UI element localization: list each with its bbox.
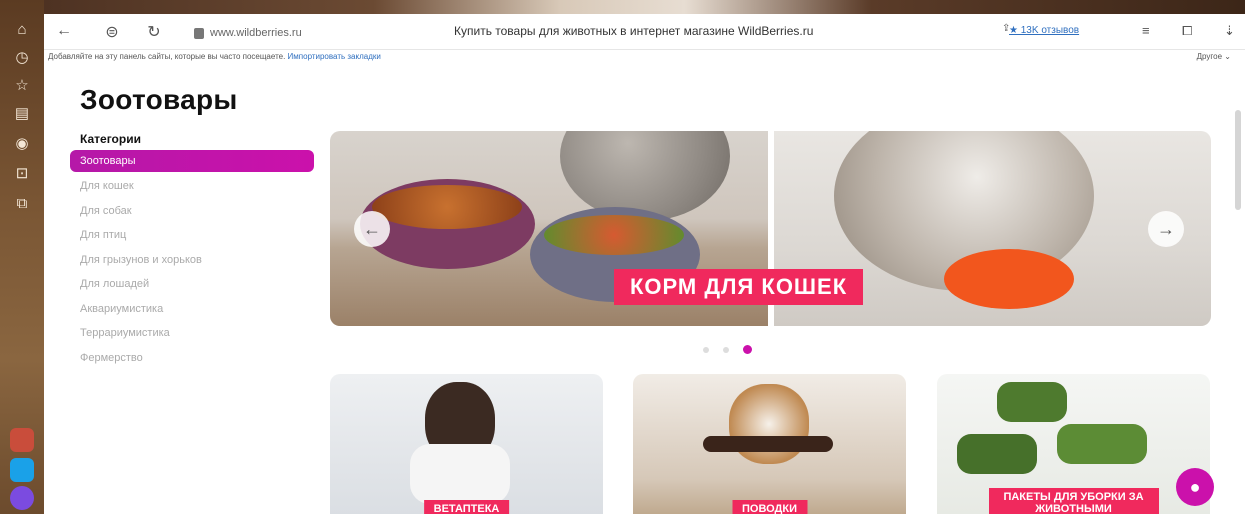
play-icon[interactable]: ◉	[12, 134, 32, 154]
category-item-birds[interactable]: Для птиц	[70, 223, 314, 248]
downloads-icon[interactable]: ⊡	[12, 164, 32, 184]
cat-image	[560, 131, 730, 221]
leash-image	[703, 436, 833, 452]
other-bookmarks-label: Другое	[1196, 52, 1223, 61]
chat-icon: ●	[1189, 477, 1201, 497]
category-item-terraristics[interactable]: Террариумистика	[70, 321, 314, 346]
puppy-image	[729, 384, 809, 464]
categories-caption: Категории	[80, 132, 141, 146]
download-icon[interactable]: ⇣	[1224, 23, 1235, 39]
bookmarks-tip-text: Добавляйте на эту панель сайты, которые …	[48, 52, 286, 61]
banner-dot-3[interactable]	[743, 345, 752, 354]
coat-image	[410, 444, 510, 504]
page-title-bar: Купить товары для животных в интернет ма…	[454, 24, 814, 38]
other-bookmarks[interactable]: Другое ⌄	[1197, 52, 1231, 61]
tile-label: ПОВОДКИ	[732, 500, 807, 514]
reader-icon[interactable]: ⊜	[102, 22, 122, 42]
bookmarks-bar: Добавляйте на эту панель сайты, которые …	[44, 50, 1245, 64]
promo-banner[interactable]: КОРМ ДЛЯ КОШЕК ← →	[330, 131, 1211, 326]
bag-roll-image	[997, 382, 1067, 422]
import-bookmarks-link[interactable]: Импортировать закладки	[288, 52, 381, 61]
collections-icon[interactable]: ▤	[12, 104, 32, 124]
category-sidebar: Категории Зоотовары Для кошек Для собак …	[70, 132, 314, 370]
browser-sidebar: ⌂ ◷ ☆ ▤ ◉ ⊡ ⧉	[0, 0, 44, 514]
app-icon-blue[interactable]	[10, 458, 34, 482]
arrow-left-icon: ←	[363, 219, 381, 239]
browser-window: ⌂ ◷ ☆ ▤ ◉ ⊡ ⧉ ← ⊜ ↻ www.wildberries.ru К…	[0, 0, 1245, 514]
banner-dot-2[interactable]	[723, 346, 729, 353]
back-button[interactable]: ←	[54, 22, 74, 40]
screenshot-icon[interactable]: ⧉	[12, 194, 32, 214]
tile-label: ПАКЕТЫ ДЛЯ УБОРКИ ЗА ЖИВОТНЫМИ	[988, 488, 1159, 514]
bookmarks-icon[interactable]: ☆	[12, 76, 32, 96]
category-item-dogs[interactable]: Для собак	[70, 199, 314, 224]
tile-povodki[interactable]: ПОВОДКИ	[633, 374, 906, 514]
category-item-cats[interactable]: Для кошек	[70, 174, 314, 199]
menu-icon[interactable]: ≡	[1142, 23, 1150, 38]
banner-promo-label: КОРМ ДЛЯ КОШЕК	[614, 269, 864, 305]
home-icon[interactable]: ⌂	[12, 20, 32, 40]
tab-strip	[0, 0, 1245, 14]
address-bar[interactable]: www.wildberries.ru	[194, 24, 302, 42]
bag-roll-image-2	[1057, 424, 1147, 464]
browser-toolbar: ← ⊜ ↻ www.wildberries.ru Купить товары д…	[44, 14, 1245, 50]
arrow-right-icon: →	[1157, 219, 1175, 239]
banner-next-button[interactable]: →	[1148, 211, 1184, 247]
food-image-2	[544, 215, 684, 255]
url-text: www.wildberries.ru	[210, 27, 302, 39]
food-image	[372, 185, 522, 229]
tile-bags[interactable]: ПАКЕТЫ ДЛЯ УБОРКИ ЗА ЖИВОТНЫМИ	[937, 374, 1210, 514]
history-icon[interactable]: ◷	[12, 48, 32, 68]
banner-pagination	[703, 345, 752, 354]
category-item-zootovary[interactable]: Зоотовары	[70, 150, 314, 172]
bag-roll-image-3	[957, 434, 1037, 474]
tile-vetapteka[interactable]: ВЕТАПТЕКА	[330, 374, 603, 514]
category-item-aquaristics[interactable]: Аквариумистика	[70, 297, 314, 322]
banner-dot-1[interactable]	[703, 346, 709, 353]
lock-icon	[194, 27, 204, 39]
bookmarks-tip: Добавляйте на эту панель сайты, которые …	[48, 52, 381, 61]
category-item-rodents[interactable]: Для грызунов и хорьков	[70, 248, 314, 273]
extensions-icon[interactable]: ⧠	[1182, 23, 1192, 39]
reviews-link[interactable]: ★ 13K отзывов	[1009, 25, 1079, 36]
category-item-farming[interactable]: Фермерство	[70, 346, 314, 371]
bowl-orange	[944, 249, 1074, 309]
reload-button[interactable]: ↻	[144, 22, 164, 42]
chat-button[interactable]: ●	[1176, 468, 1214, 506]
category-item-horses[interactable]: Для лошадей	[70, 272, 314, 297]
app-icon-purple[interactable]	[10, 486, 34, 510]
banner-prev-button[interactable]: ←	[354, 211, 390, 247]
app-icon-red[interactable]	[10, 428, 34, 452]
scrollbar[interactable]	[1235, 110, 1241, 210]
tile-label: ВЕТАПТЕКА	[423, 500, 510, 514]
page-heading: Зоотовары	[80, 84, 238, 115]
